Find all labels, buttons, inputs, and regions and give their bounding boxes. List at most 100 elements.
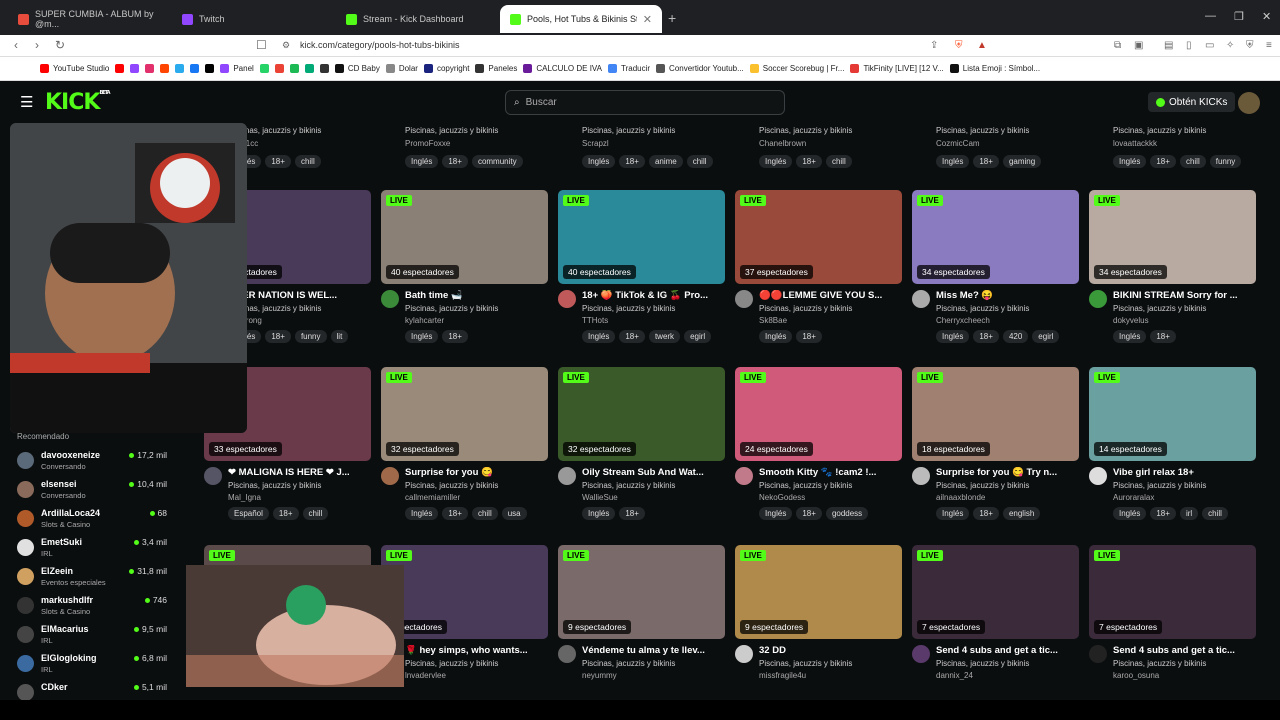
bookmark-item[interactable] xyxy=(190,64,200,73)
stream-thumbnail[interactable]: LIVE 7 espectadores xyxy=(912,545,1079,639)
tag-chip[interactable]: gaming xyxy=(1002,155,1042,168)
bookmark-item[interactable] xyxy=(274,64,284,73)
maximize-icon[interactable]: ❐ xyxy=(1234,10,1244,23)
streamer-name[interactable]: dannix_24 xyxy=(936,671,973,680)
streamer-name[interactable]: Chanelbrown xyxy=(759,139,806,148)
streamer-name[interactable]: kylahcarter xyxy=(405,316,444,325)
stream-card[interactable]: LIVE 9 espectadores Véndeme tu alma y te l… xyxy=(558,545,725,695)
streamer-name[interactable]: TTHots xyxy=(582,316,608,325)
browser-tab-kick-dashboard[interactable]: Stream - Kick Dashboard xyxy=(336,5,496,33)
avatar[interactable] xyxy=(381,290,399,308)
reader-icon[interactable]: ▯ xyxy=(1186,40,1192,51)
avatar[interactable] xyxy=(735,467,753,485)
stream-card[interactable]: LIVE 9 espectadores 32 DD Piscinas, jacuzzi… xyxy=(735,545,902,695)
stream-card[interactable]: LIVE 37 espectadores 🔴🔴LEMME GIVE YOU S...… xyxy=(735,190,902,343)
avatar[interactable] xyxy=(558,645,576,663)
bookmark-item[interactable]: CD Baby xyxy=(334,64,380,73)
url-field[interactable]: kick.com/category/pools-hot-tubs-bikinis xyxy=(300,40,460,50)
streamer-name[interactable]: Scrapzl xyxy=(582,139,609,148)
reload-icon[interactable]: ↻ xyxy=(55,38,65,52)
stream-card[interactable]: LIVE 40 espectadores 18+ 🍑 TikTok & IG 🍒 P… xyxy=(558,190,725,343)
streamer-name[interactable]: neyummy xyxy=(582,671,617,680)
search-input[interactable] xyxy=(525,97,766,108)
stream-category[interactable]: Piscinas, jacuzzis y bikinis xyxy=(936,481,1029,490)
vpn-icon[interactable]: ⛨ xyxy=(1246,40,1254,51)
stream-card[interactable]: LIVE 34 espectadores Miss Me? 😝 Piscinas, j… xyxy=(912,190,1079,343)
stream-card-partial[interactable]: Piscinas, jacuzzis y bikinis CozmicCam Ing… xyxy=(912,123,1079,173)
stream-title[interactable]: 🌹 hey simps, who wants... xyxy=(405,645,548,656)
bookmark-item[interactable]: Soccer Scorebug | Fr... xyxy=(749,64,844,73)
tag-chip[interactable]: 18+ xyxy=(973,330,999,343)
stream-category[interactable]: Piscinas, jacuzzis y bikinis xyxy=(1113,659,1206,668)
tag-chip[interactable]: 18+ xyxy=(272,507,299,520)
stream-title[interactable]: Miss Me? 😝 xyxy=(936,290,1079,301)
bookmark-item[interactable]: TikFinity [LIVE] [12 V... xyxy=(850,64,944,73)
tag-chip[interactable]: Inglés xyxy=(582,155,616,168)
stream-card[interactable]: LIVE 32 espectadores Oily Stream Sub And W… xyxy=(558,367,725,520)
tag-chip[interactable]: 18+ xyxy=(1150,330,1176,343)
tag-chip[interactable]: Inglés xyxy=(1113,155,1147,168)
streamer-name[interactable]: Auroraralax xyxy=(1113,493,1154,502)
sidebar-channel[interactable]: ElZeein Eventos especiales 31,8 mil xyxy=(17,566,167,595)
stream-title[interactable]: Surprise for you 😋 xyxy=(405,467,548,478)
stream-card-partial[interactable]: Piscinas, jacuzzis y bikinis lovaattackkk… xyxy=(1089,123,1256,173)
stream-category[interactable]: Piscinas, jacuzzis y bikinis xyxy=(936,659,1029,668)
sidebar-channel[interactable]: ElGlogloking IRL 6,8 mil xyxy=(17,653,167,682)
stream-thumbnail[interactable]: LIVE 34 espectadores xyxy=(912,190,1079,284)
wallet-icon[interactable]: ▭ xyxy=(1205,40,1214,51)
tag-chip[interactable]: funny xyxy=(1209,155,1242,168)
streamer-name[interactable]: NekoGodess xyxy=(759,493,805,502)
bookmark-item[interactable]: Panel xyxy=(220,64,254,73)
bookmark-item[interactable]: Dolar xyxy=(385,64,418,73)
bookmark-item[interactable] xyxy=(259,64,269,73)
tag-chip[interactable]: twerk xyxy=(648,330,681,343)
tag-chip[interactable]: Inglés xyxy=(936,155,970,168)
avatar[interactable] xyxy=(1089,645,1107,663)
stream-thumbnail[interactable]: LIVE espectadores xyxy=(381,545,548,639)
kick-logo[interactable]: KICKBETA xyxy=(45,90,111,115)
tag-chip[interactable]: Inglés xyxy=(1113,507,1147,520)
search-box[interactable]: ⌕ xyxy=(505,90,785,115)
stream-title[interactable]: ❤ MALIGNA IS HERE ❤ J... xyxy=(228,467,371,478)
hamburger-menu-icon[interactable]: ☰ xyxy=(20,93,33,111)
tag-chip[interactable]: 18+ xyxy=(442,507,468,520)
stream-category[interactable]: Piscinas, jacuzzis y bikinis xyxy=(759,659,852,668)
stream-title[interactable]: Véndeme tu alma y te llev... xyxy=(582,645,725,656)
tag-chip[interactable]: chill xyxy=(825,155,852,168)
tag-chip[interactable]: 18+ xyxy=(619,155,645,168)
stream-category[interactable]: Piscinas, jacuzzis y bikinis xyxy=(936,304,1029,313)
avatar[interactable] xyxy=(912,645,930,663)
close-tab-icon[interactable]: ✕ xyxy=(643,13,652,26)
extension-icon[interactable]: ▣ xyxy=(1134,40,1143,51)
stream-category[interactable]: Piscinas, jacuzzis y bikinis xyxy=(405,126,498,135)
bookmark-item[interactable]: Convertidor Youtub... xyxy=(656,64,744,73)
close-window-icon[interactable]: ✕ xyxy=(1262,10,1271,23)
sidebar-channel[interactable]: ElMacarius IRL 9,5 mil xyxy=(17,624,167,653)
tag-chip[interactable]: Inglés xyxy=(582,507,616,520)
bookmark-item[interactable] xyxy=(319,64,329,73)
sidebar-channel[interactable]: ArdillaLoca24 Slots & Casino 68 xyxy=(17,508,167,537)
stream-title[interactable]: ONER NATION IS WEL... xyxy=(228,290,371,301)
sidebar-channel[interactable]: EmetSuki IRL 3,4 mil xyxy=(17,537,167,566)
tag-chip[interactable]: usa xyxy=(501,507,527,520)
streamer-name[interactable]: dokyvelus xyxy=(1113,316,1149,325)
tag-chip[interactable]: Inglés xyxy=(759,330,793,343)
bookmark-item[interactable]: Paneles xyxy=(475,64,517,73)
streamer-name[interactable]: missfragile4u xyxy=(759,671,806,680)
minimize-icon[interactable]: — xyxy=(1205,10,1216,22)
tag-chip[interactable]: Inglés xyxy=(405,155,439,168)
tag-chip[interactable]: 18+ xyxy=(796,155,822,168)
stream-thumbnail[interactable]: LIVE 32 espectadores xyxy=(381,367,548,461)
stream-thumbnail[interactable]: LIVE 7 espectadores xyxy=(1089,545,1256,639)
sidebar-icon[interactable]: ▤ xyxy=(1164,40,1173,51)
tag-chip[interactable]: chill xyxy=(1179,155,1206,168)
stream-title[interactable]: Smooth Kitty 🐾 !cam2 !... xyxy=(759,467,902,478)
stream-title[interactable]: Send 4 subs and get a tic... xyxy=(1113,645,1256,656)
streamer-name[interactable]: CozmicCam xyxy=(936,139,980,148)
avatar[interactable] xyxy=(912,290,930,308)
bookmark-item[interactable] xyxy=(304,64,314,73)
share-icon[interactable]: ⇪ xyxy=(930,40,938,51)
forward-icon[interactable]: › xyxy=(35,38,39,52)
streamer-name[interactable]: lovaattackkk xyxy=(1113,139,1157,148)
stream-card[interactable]: LIVE 18 espectadores Surprise for you 😋 Tr… xyxy=(912,367,1079,520)
